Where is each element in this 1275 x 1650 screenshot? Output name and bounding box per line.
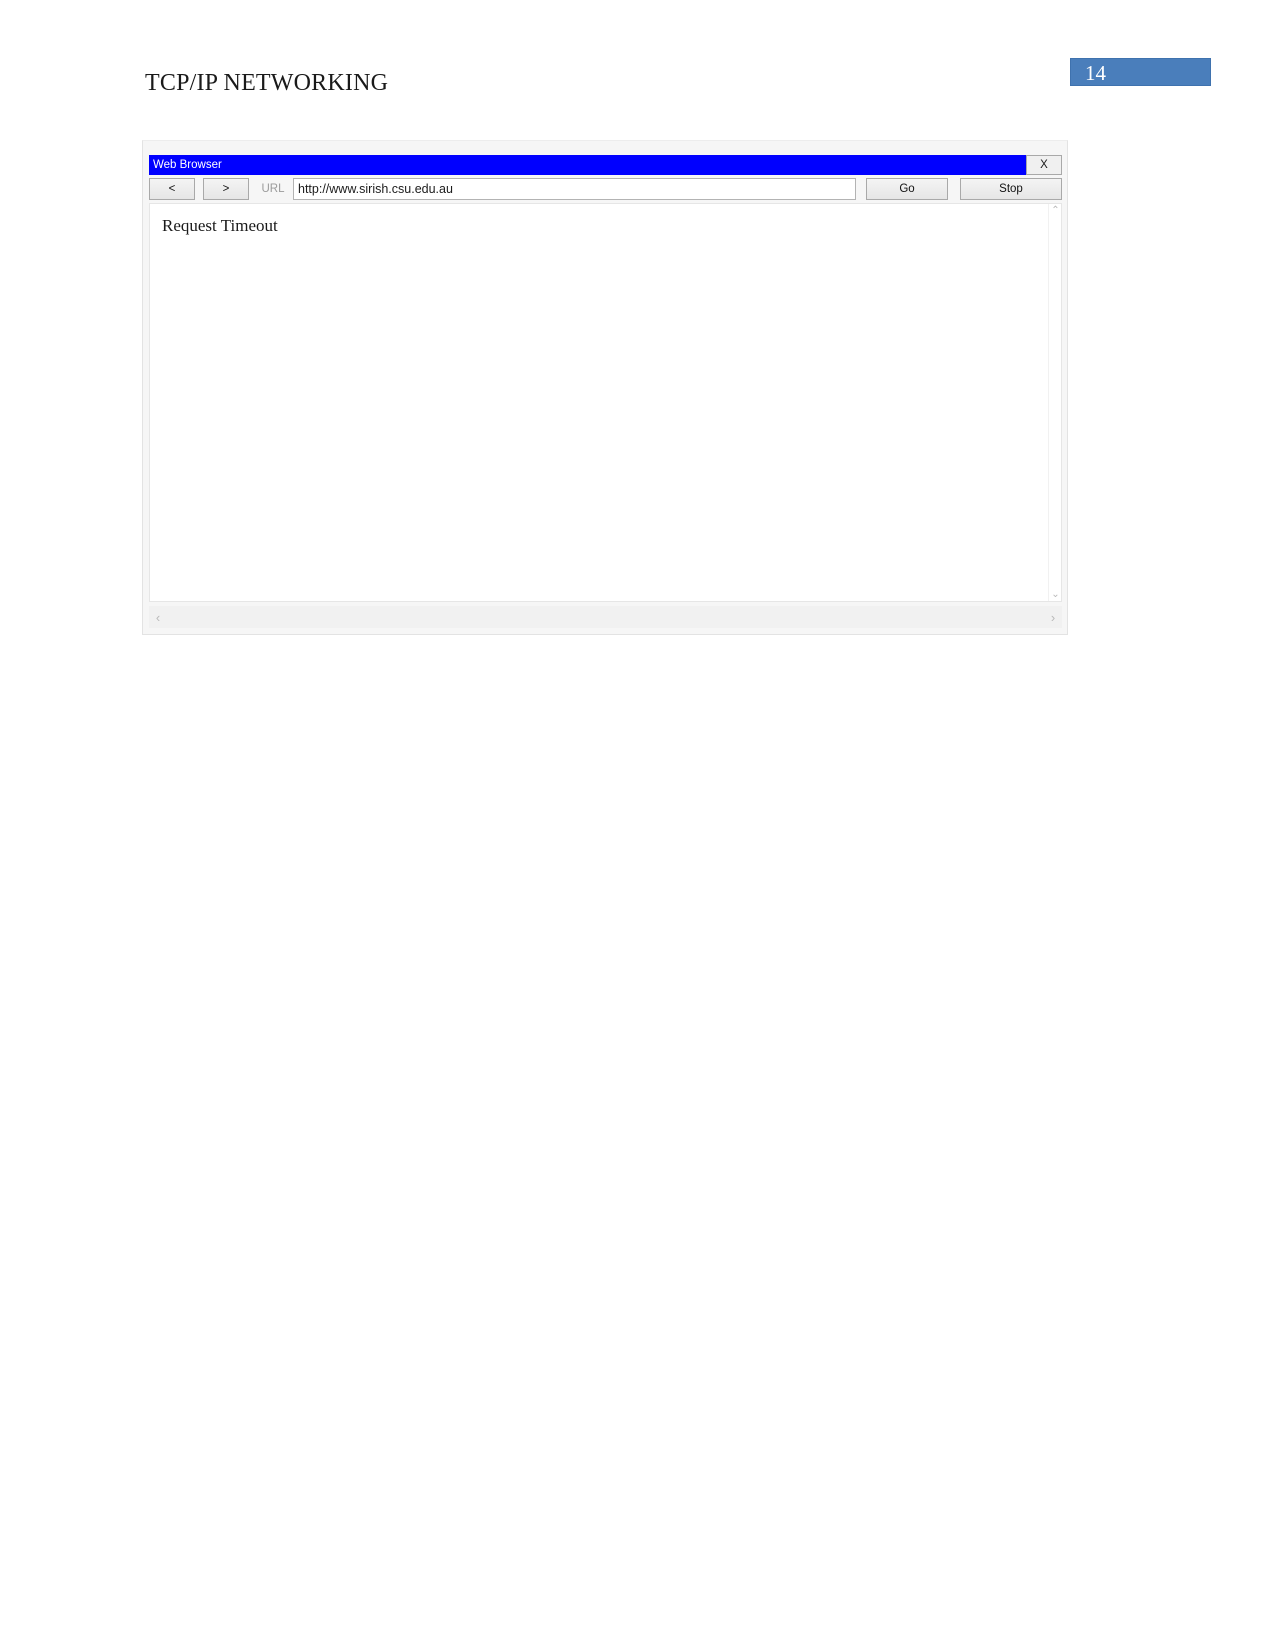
page-title: TCP/IP NETWORKING xyxy=(145,70,389,96)
scroll-right-arrow-icon[interactable]: › xyxy=(1044,606,1062,628)
request-timeout-message: Request Timeout xyxy=(162,216,278,235)
page-number-text: 14 xyxy=(1085,61,1106,85)
window-title-label: Web Browser xyxy=(153,159,222,171)
document-header: TCP/IP NETWORKING 14 xyxy=(0,0,1275,120)
forward-button[interactable]: > xyxy=(203,178,249,200)
scroll-up-arrow-icon[interactable]: ⌃ xyxy=(1049,204,1062,217)
stop-button[interactable]: Stop xyxy=(960,178,1062,200)
window-frame: Web Browser X < > URL http://www.sirish.… xyxy=(143,141,1067,634)
back-button[interactable]: < xyxy=(149,178,195,200)
page-number-badge: 14 xyxy=(1070,58,1211,86)
scroll-down-arrow-icon[interactable]: ⌄ xyxy=(1049,588,1062,601)
browser-toolbar: < > URL http://www.sirish.csu.edu.au Go … xyxy=(149,177,1062,201)
vertical-scrollbar[interactable]: ⌃ ⌄ xyxy=(1048,204,1061,601)
go-button[interactable]: Go xyxy=(866,178,948,200)
url-input[interactable]: http://www.sirish.csu.edu.au xyxy=(293,178,856,200)
scroll-left-arrow-icon[interactable]: ‹ xyxy=(149,606,167,628)
browser-content-pane: Request Timeout ⌃ ⌄ xyxy=(149,203,1062,602)
horizontal-scrollbar[interactable]: ‹ › xyxy=(149,606,1062,628)
window-title-bar: Web Browser X xyxy=(149,155,1062,175)
web-browser-window: Web Browser X < > URL http://www.sirish.… xyxy=(142,140,1068,635)
close-button[interactable]: X xyxy=(1026,155,1062,175)
url-label: URL xyxy=(261,183,285,195)
